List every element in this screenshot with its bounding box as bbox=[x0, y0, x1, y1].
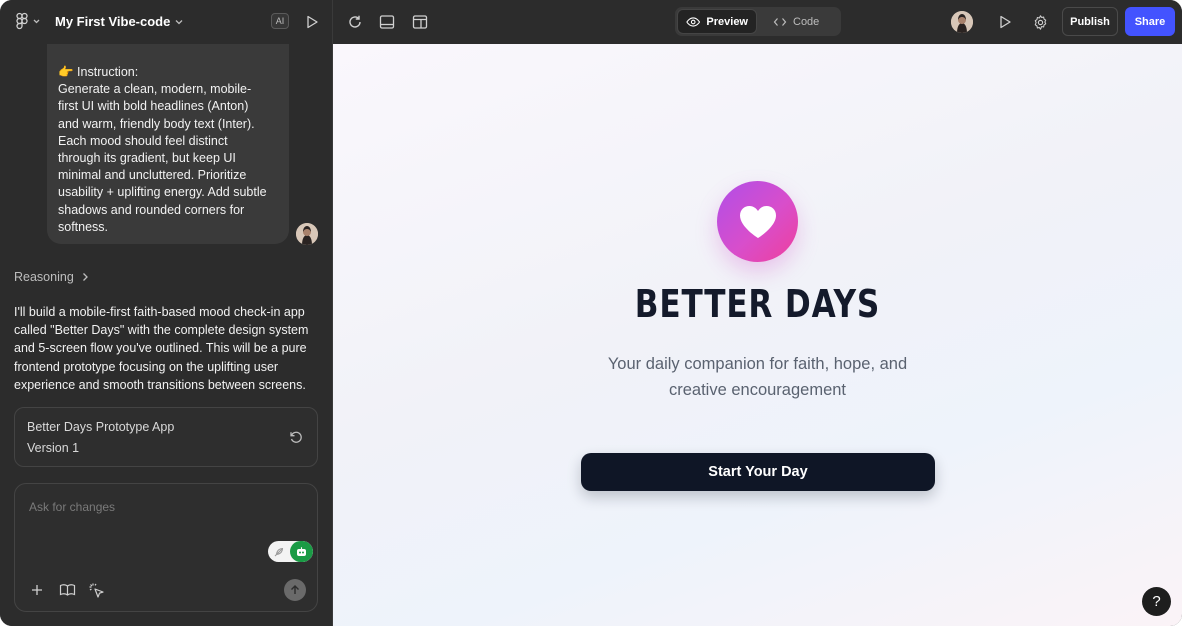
user-message-line: usability + uplifting energy. Add subtle bbox=[58, 185, 267, 200]
tagline-line: creative encouragement bbox=[668, 381, 847, 399]
reasoning-label: Reasoning bbox=[14, 270, 74, 284]
help-button[interactable]: ? bbox=[1142, 587, 1171, 616]
user-message-line: shadows and rounded corners for bbox=[58, 202, 245, 217]
top-bar: My First Vibe-code AI Preview Code Publi… bbox=[0, 0, 1182, 44]
ai-badge[interactable]: AI bbox=[271, 13, 289, 29]
user-message-line: and warm, friendly body text (Inter). bbox=[58, 116, 255, 131]
user-message-line: 👉 Instruction: bbox=[58, 65, 139, 79]
assistant-message-line: experience and smooth transitions betwee… bbox=[14, 377, 306, 392]
user-message-line: Each mood should feel distinct bbox=[58, 133, 228, 148]
tab-code-label: Code bbox=[793, 15, 820, 28]
app-logo bbox=[717, 181, 798, 262]
project-title[interactable]: My First Vibe-code bbox=[55, 14, 170, 29]
collaborator-avatar[interactable] bbox=[951, 11, 973, 33]
version-card-version: Version 1 bbox=[27, 441, 80, 455]
avatar-icon bbox=[951, 11, 973, 33]
book-icon[interactable] bbox=[57, 580, 77, 600]
chat-composer bbox=[14, 483, 318, 612]
robot-icon bbox=[290, 541, 313, 562]
app-window: My First Vibe-code AI Preview Code Publi… bbox=[0, 0, 1182, 626]
mode-toggle[interactable] bbox=[268, 541, 313, 562]
app-title: BETTER DAYS bbox=[634, 282, 881, 326]
heart-icon bbox=[739, 205, 776, 238]
responsive-layout-icon[interactable] bbox=[410, 12, 430, 32]
user-message-bubble: 👉 Instruction: Generate a clean, modern,… bbox=[47, 44, 289, 244]
preview-canvas: BETTER DAYS Your daily companion for fai… bbox=[333, 44, 1182, 626]
project-menu-chevron-icon[interactable] bbox=[172, 14, 186, 30]
user-message-line: first UI with bold headlines (Anton) bbox=[58, 99, 249, 114]
pointing-hand-emoji: 👉 bbox=[58, 65, 74, 79]
user-message-line: softness. bbox=[58, 219, 109, 234]
view-toggle: Preview Code bbox=[675, 7, 841, 36]
ask-for-changes-input[interactable] bbox=[29, 498, 299, 516]
add-attachment-plus-icon[interactable] bbox=[27, 580, 47, 600]
publish-button[interactable]: Publish bbox=[1062, 7, 1118, 36]
chat-panel: 👉 Instruction: Generate a clean, modern,… bbox=[0, 44, 333, 626]
user-message-line: minimal and uncluttered. Prioritize bbox=[58, 168, 247, 183]
feather-icon bbox=[268, 541, 290, 562]
code-icon bbox=[773, 17, 787, 26]
arrow-up-icon bbox=[291, 585, 299, 594]
present-play-icon[interactable] bbox=[995, 12, 1015, 32]
avatar-icon bbox=[296, 223, 318, 245]
settings-gear-icon[interactable] bbox=[1030, 12, 1050, 32]
tab-preview-label: Preview bbox=[706, 15, 748, 28]
app-tagline: Your daily companion for faith, hope, an… bbox=[333, 351, 1182, 403]
assistant-message-line: called "Better Days" with the complete d… bbox=[14, 323, 309, 338]
eye-icon bbox=[686, 16, 701, 27]
tagline-line: Your daily companion for faith, hope, an… bbox=[607, 355, 908, 373]
figma-logo-icon bbox=[16, 12, 40, 30]
assistant-message-line: and 5-screen flow you've outlined. This … bbox=[14, 341, 307, 356]
reasoning-toggle[interactable]: Reasoning bbox=[14, 270, 90, 284]
toggle-panel-icon[interactable] bbox=[377, 12, 397, 32]
figma-menu-button[interactable] bbox=[14, 12, 42, 32]
select-element-cursor-icon[interactable] bbox=[86, 580, 106, 600]
restore-version-icon[interactable] bbox=[287, 428, 305, 446]
share-button[interactable]: Share bbox=[1125, 7, 1175, 36]
run-play-icon[interactable] bbox=[302, 12, 322, 32]
user-message-line: Generate a clean, modern, mobile- bbox=[58, 82, 252, 97]
assistant-message-line: frontend prototype focusing on the uplif… bbox=[14, 359, 279, 374]
top-bar-left: My First Vibe-code AI bbox=[0, 0, 333, 44]
start-your-day-button[interactable]: Start Your Day bbox=[581, 453, 935, 491]
chevron-right-icon bbox=[82, 273, 88, 281]
version-card[interactable]: Better Days Prototype App Version 1 bbox=[14, 407, 318, 467]
version-card-title: Better Days Prototype App bbox=[27, 420, 175, 434]
tab-preview[interactable]: Preview bbox=[677, 9, 757, 34]
assistant-message: I'll build a mobile-first faith-based mo… bbox=[14, 303, 324, 394]
send-button[interactable] bbox=[284, 579, 306, 601]
user-avatar bbox=[296, 223, 318, 245]
refresh-icon[interactable] bbox=[345, 12, 365, 32]
assistant-message-line: I'll build a mobile-first faith-based mo… bbox=[14, 305, 305, 319]
tab-code[interactable]: Code bbox=[765, 9, 835, 34]
user-message-line: through its gradient, but keep UI bbox=[58, 151, 236, 166]
